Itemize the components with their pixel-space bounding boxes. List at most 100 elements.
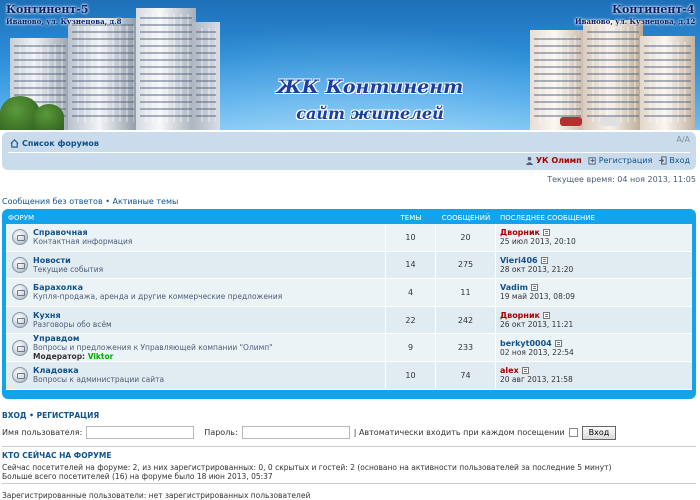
site-subtitle: сайт жителей xyxy=(296,104,444,123)
navbar: Список форумов A/A УК Олимп Регистрация … xyxy=(2,132,696,170)
topics-count: 22 xyxy=(386,306,436,334)
user-icon xyxy=(525,156,533,165)
last-post-author-link[interactable]: Дворник xyxy=(500,228,540,237)
forum-description: Текущие события xyxy=(33,264,104,274)
home-icon xyxy=(10,139,19,148)
last-post-author-link[interactable]: berkyt0004 xyxy=(500,339,552,348)
last-post-author-link[interactable]: alex xyxy=(500,366,519,375)
forum-list: Форум Темы Сообщений Последнее сообщение… xyxy=(2,209,696,399)
building-image xyxy=(68,18,138,130)
posts-count: 242 xyxy=(436,306,496,334)
forum-read-icon xyxy=(12,284,28,301)
forum-row: Кухня Разговоры обо всём 22 242 Дворник … xyxy=(6,306,692,335)
forum-read-icon xyxy=(12,312,28,329)
forum-title-link[interactable]: Справочная xyxy=(33,228,132,237)
building-image xyxy=(136,8,196,130)
forum-read-icon xyxy=(12,256,28,273)
topics-count: 9 xyxy=(386,334,436,361)
topics-count: 10 xyxy=(386,224,436,251)
font-size-control[interactable]: A/A xyxy=(676,135,690,144)
forum-row: Кладовка Вопросы к администрации сайта 1… xyxy=(6,361,692,390)
online-record: Больше всего посетителей (16) на форуме … xyxy=(2,472,273,481)
building-image xyxy=(583,20,643,130)
posts-count: 11 xyxy=(436,279,496,306)
forum-description: Купля-продажа, аренда и другие коммерчес… xyxy=(33,292,283,302)
posts-count: 275 xyxy=(436,251,496,279)
register-link[interactable]: Регистрация xyxy=(588,156,652,165)
moderator-link[interactable]: Viktor xyxy=(88,352,114,361)
forum-row: Справочная Контактная информация 10 20 Д… xyxy=(6,224,692,252)
forum-title-link[interactable]: Кухня xyxy=(33,311,112,320)
last-post-date: 25 июл 2013, 20:10 xyxy=(500,237,576,247)
forum-title-link[interactable]: Новости xyxy=(33,256,103,265)
header-topics: Темы xyxy=(400,214,422,222)
forum-description: Разговоры обо всём xyxy=(33,320,112,330)
forum-row: Новости Текущие события 14 275 Vieri406 … xyxy=(6,251,692,280)
forum-read-icon xyxy=(12,339,28,356)
forum-read-icon xyxy=(12,229,28,246)
last-post-date: 02 ноя 2013, 22:54 xyxy=(500,347,574,357)
last-post-date: 28 окт 2013, 21:20 xyxy=(500,264,574,274)
forum-title-link[interactable]: Кладовка xyxy=(33,366,164,375)
last-post-author-link[interactable]: Дворник xyxy=(500,311,540,320)
section-divider xyxy=(2,446,696,447)
auto-login-label: | Автоматически входить при каждом посещ… xyxy=(353,428,565,437)
car-image xyxy=(560,117,582,126)
login-form: Имя пользователя: Пароль: | Автоматическ… xyxy=(2,425,696,440)
registered-users: Зарегистрированные пользователи: нет зар… xyxy=(2,491,311,500)
posts-count: 233 xyxy=(436,334,496,361)
tree-image xyxy=(34,104,64,130)
login-heading[interactable]: Вход • Регистрация xyxy=(2,411,99,420)
username-label: УК Олимп xyxy=(535,156,582,165)
forum-moderator: Модератор: Viktor xyxy=(33,352,273,361)
forum-rows: Справочная Контактная информация 10 20 Д… xyxy=(6,224,692,390)
header-forum: Форум xyxy=(8,214,35,222)
car-image xyxy=(600,117,620,126)
forum-row: Барахолка Купля-продажа, аренда и другие… xyxy=(6,279,692,307)
auto-login-checkbox[interactable] xyxy=(568,428,578,437)
view-latest-post-icon[interactable] xyxy=(540,256,548,264)
last-post-date: 19 май 2013, 08:09 xyxy=(500,292,575,302)
section-divider xyxy=(2,483,696,484)
last-post-date: 26 окт 2013, 11:21 xyxy=(500,320,574,330)
login-button[interactable]: Вход xyxy=(581,425,617,440)
site-banner[interactable]: Континент-5 Иваново, ул. Кузнецова, д.8 … xyxy=(0,0,700,130)
forum-table-header: Форум Темы Сообщений Последнее сообщение xyxy=(6,212,692,224)
view-latest-post-icon[interactable] xyxy=(542,229,550,237)
posts-count: 74 xyxy=(436,361,496,389)
quick-links[interactable]: Сообщения без ответов • Активные темы xyxy=(2,197,178,206)
forum-description: Вопросы к администрации сайта xyxy=(33,375,165,385)
online-stats: Сейчас посетителей на форуме: 2, из них … xyxy=(2,463,612,472)
topics-count: 10 xyxy=(386,361,436,389)
topics-count: 14 xyxy=(386,251,436,279)
user-profile-link[interactable]: УК Олимп xyxy=(525,156,582,165)
right-building-address: Иваново, ул. Кузнецова, д.12 xyxy=(575,17,696,26)
breadcrumb-label: Список форумов xyxy=(22,139,99,148)
forum-row: Управдом Вопросы и предложения к Управля… xyxy=(6,334,692,362)
login-icon xyxy=(659,156,667,165)
current-time: Текущее время: 04 ноя 2013, 11:05 xyxy=(547,175,696,184)
username-input[interactable] xyxy=(86,426,195,439)
left-building-title: Континент-5 xyxy=(6,3,89,16)
building-image xyxy=(640,36,695,130)
posts-count: 20 xyxy=(436,224,496,251)
login-link[interactable]: Вход xyxy=(658,156,690,165)
building-image xyxy=(192,22,220,130)
forum-read-icon xyxy=(12,367,28,384)
moderator-label: Модератор: xyxy=(33,352,86,362)
view-latest-post-icon[interactable] xyxy=(554,339,562,347)
view-latest-post-icon[interactable] xyxy=(521,367,529,375)
view-latest-post-icon[interactable] xyxy=(530,284,538,292)
user-links: УК Олимп Регистрация Вход xyxy=(525,156,690,165)
password-input[interactable] xyxy=(241,426,350,439)
password-label: Пароль: xyxy=(204,428,238,437)
forum-title-link[interactable]: Барахолка xyxy=(33,283,282,292)
breadcrumb[interactable]: Список форумов xyxy=(10,139,99,148)
last-post-date: 20 авг 2013, 21:58 xyxy=(500,375,573,385)
last-post-author-link[interactable]: Vieri406 xyxy=(500,256,538,265)
forum-title-link[interactable]: Управдом xyxy=(33,334,273,343)
building-image xyxy=(530,30,585,130)
view-latest-post-icon[interactable] xyxy=(542,312,550,320)
username-label: Имя пользователя: xyxy=(2,428,83,437)
last-post-author-link[interactable]: Vadim xyxy=(500,283,528,292)
